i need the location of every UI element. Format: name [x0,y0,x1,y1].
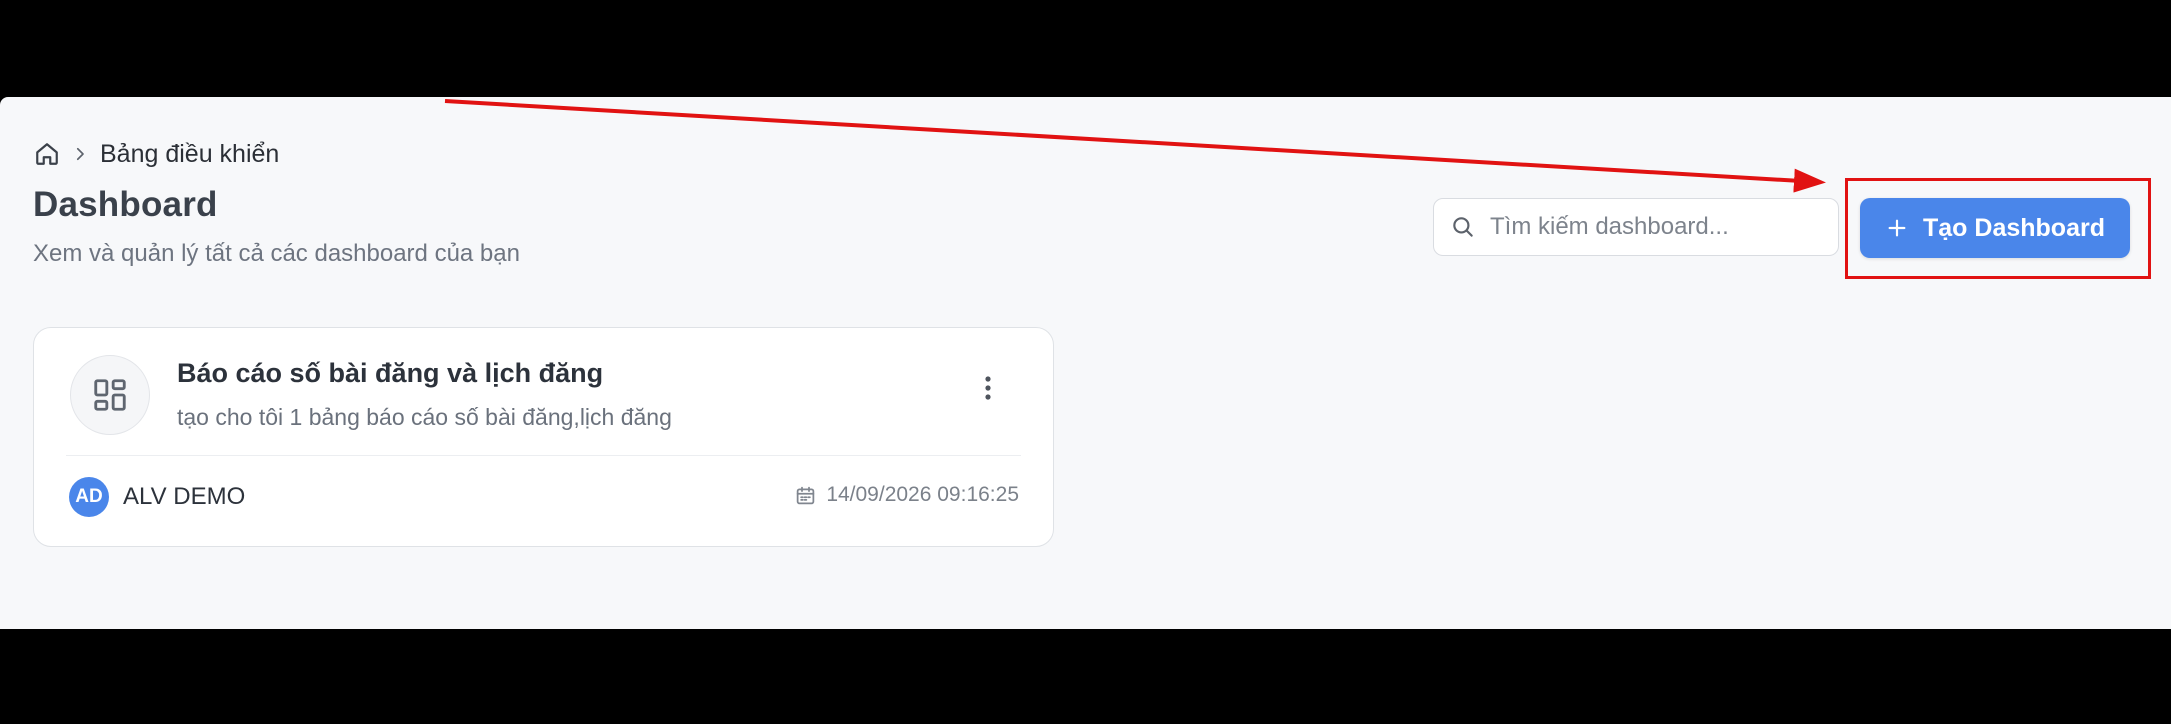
search-icon [1448,212,1478,242]
card-divider [66,455,1021,456]
chevron-right-icon [68,142,92,166]
letterbox-bottom [0,629,2171,724]
more-vertical-icon[interactable] [973,368,1003,408]
search-box[interactable] [1433,198,1839,256]
breadcrumb-current: Bảng điều khiển [100,139,280,168]
created-date-text: 14/09/2026 09:16:25 [826,483,1019,506]
letterbox-top [0,0,2171,97]
annotation-highlight-box [1845,178,2151,279]
layout-grid-icon [70,355,150,435]
created-date: 14/09/2026 09:16:25 [794,483,1019,507]
page-subtitle: Xem và quản lý tất cả các dashboard của … [33,240,520,267]
home-icon[interactable] [34,141,60,167]
dashboard-page: Bảng điều khiển Dashboard Xem và quản lý… [0,97,2171,629]
breadcrumb: Bảng điều khiển [34,139,279,169]
search-input[interactable] [1490,213,1810,241]
dashboard-card[interactable]: Báo cáo số bài đăng và lịch đăng tạo cho… [33,327,1054,547]
avatar: AD [69,477,109,517]
dashboard-description: tạo cho tôi 1 bảng báo cáo số bài đăng,l… [177,404,672,430]
owner-name: ALV DEMO [123,483,246,510]
calendar-icon [794,484,816,506]
dashboard-title[interactable]: Báo cáo số bài đăng và lịch đăng [177,358,603,389]
page-title: Dashboard [33,185,218,224]
